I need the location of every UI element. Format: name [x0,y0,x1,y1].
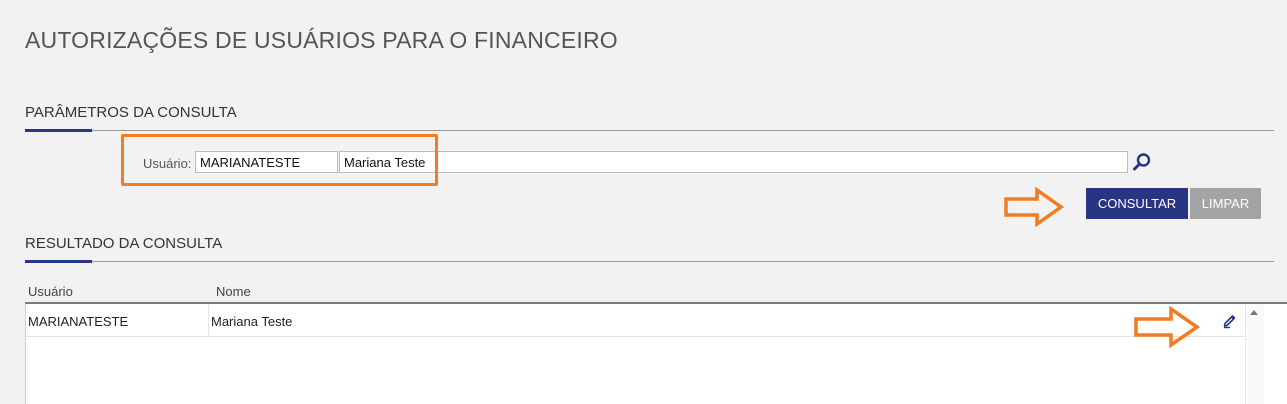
grid-header: Usuário Nome [25,279,1287,304]
params-section-title: PARÂMETROS DA CONSULTA [25,104,237,121]
section-accent-bar [25,260,92,263]
page: AUTORIZAÇÕES DE USUÁRIOS PARA O FINANCEI… [0,0,1287,404]
annotation-arrow-icon [1134,306,1201,348]
results-grid: Usuário Nome MARIANATESTE Mariana Teste [25,279,1287,404]
column-header-nome[interactable]: Nome [216,284,251,299]
table-row[interactable]: MARIANATESTE Mariana Teste [26,304,1245,337]
search-icon [1133,153,1151,171]
results-section-header: RESULTADO DA CONSULTA [25,235,1274,263]
column-header-usuario[interactable]: Usuário [28,284,73,299]
limpar-button[interactable]: LIMPAR [1190,188,1261,219]
page-title: AUTORIZAÇÕES DE USUÁRIOS PARA O FINANCEI… [25,27,618,53]
results-section-title: RESULTADO DA CONSULTA [25,235,223,252]
section-accent-bar [25,129,92,132]
scroll-up-icon[interactable] [1250,310,1258,315]
annotation-arrow-icon [1004,187,1065,227]
cell-divider [208,304,209,336]
consultar-button[interactable]: CONSULTAR [1086,188,1188,219]
grid-scrollbar[interactable] [1245,304,1264,404]
params-section-header: PARÂMETROS DA CONSULTA [25,104,1274,132]
user-lookup-button[interactable] [1131,151,1153,173]
cell-nome: Mariana Teste [211,314,293,329]
annotation-highlight-box [121,134,438,186]
cell-usuario: MARIANATESTE [28,314,129,329]
grid-body: MARIANATESTE Mariana Teste [25,304,1287,404]
user-name-input[interactable]: Mariana Teste [339,151,1128,173]
edit-pencil-icon[interactable] [1221,311,1239,329]
